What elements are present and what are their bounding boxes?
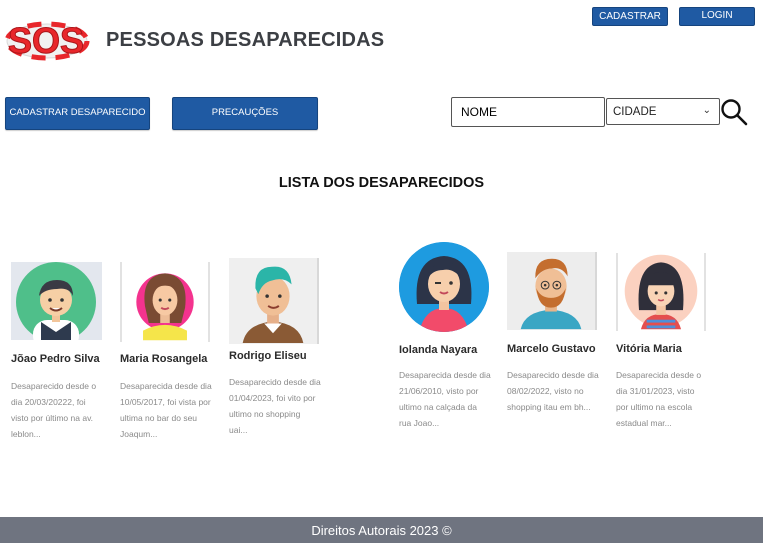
name-search-input[interactable] — [451, 97, 605, 127]
site-title: PESSOAS DESAPARECIDAS — [106, 29, 385, 51]
person-name: Marcelo Gustavo — [507, 343, 596, 355]
person-name: Iolanda Nayara — [399, 344, 478, 356]
cadastrar-button[interactable]: CADASTRAR — [592, 7, 668, 26]
person-avatar — [229, 258, 319, 344]
person-description: Desaparecida desde o dia 31/01/2023, vis… — [616, 370, 702, 428]
person-description: Desaparecida desde dia 21/06/2010, visto… — [399, 370, 491, 428]
city-select-value: CIDADE — [613, 105, 657, 118]
person-name: Maria Rosangela — [120, 353, 208, 365]
city-select[interactable]: CIDADE ⌄ — [606, 98, 720, 125]
person-avatar — [616, 253, 706, 331]
person-avatar — [399, 242, 489, 332]
person-avatar — [120, 262, 210, 342]
person-name: Vitória Maria — [616, 343, 682, 355]
login-button[interactable]: LOGIN — [679, 7, 755, 26]
list-title: LISTA DOS DESAPARECIDOS — [278, 175, 485, 191]
person-avatar — [11, 262, 102, 340]
person-name: Rodrigo Eliseu — [229, 350, 307, 362]
person-description: Desaparecida desde dia 10/05/2017, foi v… — [120, 381, 212, 439]
logo-text: SOS — [8, 20, 84, 61]
cadastrar-desaparecido-button[interactable]: CADASTRAR DESAPARECIDO — [5, 97, 150, 130]
sos-logo[interactable]: SOS — [0, 14, 92, 66]
search-icon[interactable] — [720, 98, 748, 126]
person-description: Desaparecido desde dia 01/04/2023, foi v… — [229, 377, 321, 435]
precaucoes-button[interactable]: PRECAUÇÕES — [172, 97, 318, 130]
chevron-down-icon: ⌄ — [702, 105, 711, 116]
person-name: Jõao Pedro Silva — [11, 353, 100, 365]
person-avatar — [507, 252, 597, 330]
person-description: Desaparecido desde o dia 20/03/20222, fo… — [11, 381, 97, 439]
person-description: Desaparecido desde dia 08/02/2022, visto… — [507, 370, 599, 412]
footer: Direitos Autorais 2023 © — [0, 517, 763, 543]
